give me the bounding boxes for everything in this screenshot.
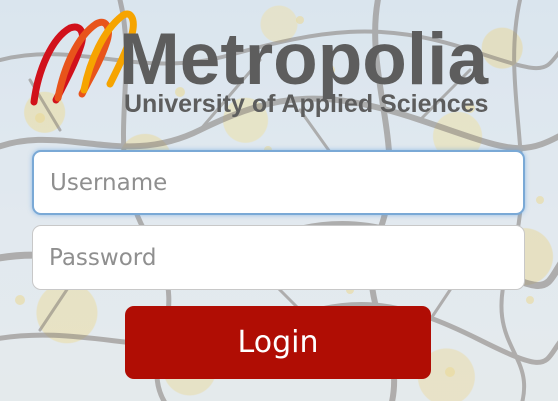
- password-input[interactable]: [32, 225, 525, 290]
- metropolia-logo: Metropolia University of Applied Science…: [30, 10, 489, 118]
- login-button[interactable]: Login: [125, 306, 431, 379]
- brand-tagline: University of Applied Sciences: [124, 90, 488, 118]
- username-input[interactable]: [32, 150, 525, 215]
- brand-name: Metropolia: [119, 19, 489, 100]
